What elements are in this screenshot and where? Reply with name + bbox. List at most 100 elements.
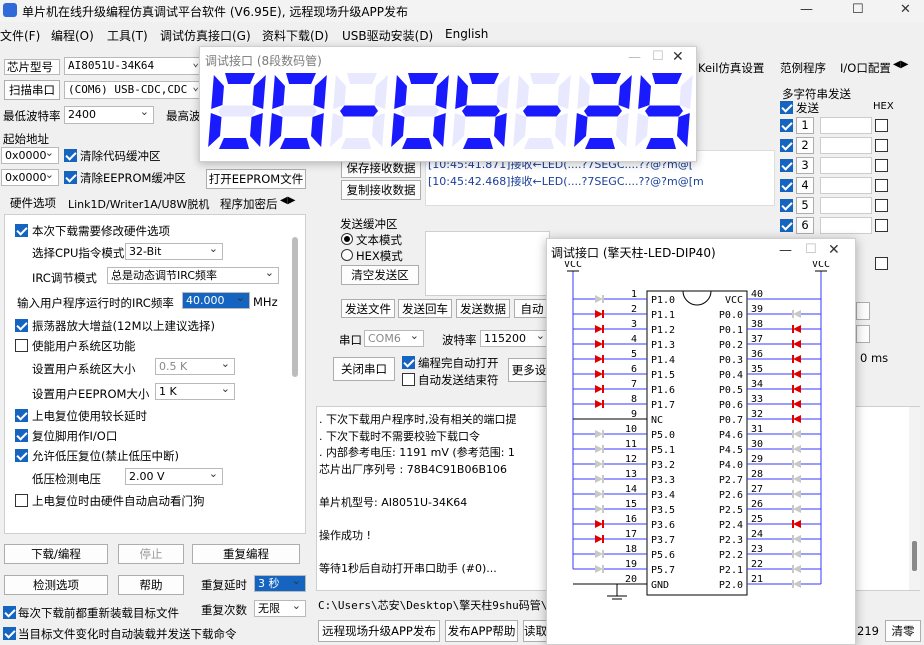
osc-gain-checkbox[interactable]: [15, 319, 28, 332]
minimize-icon[interactable]: —: [628, 50, 641, 65]
tab-encrypt[interactable]: 程序加密后: [220, 196, 278, 212]
multi-row-input[interactable]: [820, 217, 872, 234]
stop-button[interactable]: 停止: [118, 544, 184, 564]
options-scrollbar[interactable]: [292, 237, 298, 377]
eeprom-size-select[interactable]: 1 K: [155, 383, 235, 400]
multi-row-input[interactable]: [820, 197, 872, 214]
menu-item[interactable]: 调试仿真接口(G): [160, 27, 251, 44]
multi-row-hex-checkbox[interactable]: [875, 219, 888, 232]
close-port-button[interactable]: 关闭串口: [333, 357, 395, 381]
repeat-delay-select[interactable]: 3 秒: [254, 575, 306, 592]
auto-open-checkbox[interactable]: [402, 356, 415, 369]
seven-seg-window[interactable]: 调试接口 (8段数码管) — ☐ ✕ 00-05-25: [199, 46, 697, 162]
minimize-icon[interactable]: —: [800, 2, 813, 17]
close-icon[interactable]: ✕: [900, 2, 911, 17]
auto-send-checkbox[interactable]: [3, 627, 16, 640]
min-baud-select[interactable]: 2400: [64, 106, 154, 124]
auto-send-button[interactable]: 自动: [514, 299, 550, 318]
hex-mode-radio[interactable]: [341, 249, 353, 261]
send-file-button[interactable]: 发送文件: [341, 299, 395, 318]
dip40-window[interactable]: 调试接口 (擎天柱-LED-DIP40) — ☐ ✕ VCC VCC 1 P1.0 40…: [546, 238, 856, 645]
output-scrollbar[interactable]: [909, 407, 920, 590]
repeat-count-select[interactable]: 无限: [254, 600, 306, 617]
user-sys-checkbox[interactable]: [15, 339, 28, 352]
scan-port-button[interactable]: 扫描串口: [4, 80, 60, 100]
modify-options-checkbox[interactable]: [15, 224, 28, 237]
watchdog-checkbox[interactable]: [15, 494, 28, 507]
menu-item[interactable]: USB驱动安装(D): [342, 27, 433, 44]
long-delay-checkbox[interactable]: [15, 409, 28, 422]
remote-upgrade-button[interactable]: 远程现场升级APP发布: [318, 620, 440, 642]
send-data-button[interactable]: 发送数据: [456, 299, 510, 318]
maximize-icon[interactable]: ☐: [805, 242, 817, 257]
port-select[interactable]: (COM6) USB-CDC,CDC: [64, 81, 204, 99]
cpu-mode-select[interactable]: 32-Bit: [125, 243, 223, 260]
tab-scroll-icon[interactable]: ◀▶: [893, 59, 908, 70]
multi-row-checkbox[interactable]: [780, 119, 793, 132]
clear-code-checkbox[interactable]: [64, 149, 77, 162]
read-button[interactable]: 读取: [523, 620, 548, 642]
clear-count-button[interactable]: 清零: [885, 620, 921, 642]
multi-row-input[interactable]: [820, 177, 872, 194]
tab-keil[interactable]: Keil仿真设置: [698, 60, 764, 76]
multi-row-input[interactable]: [820, 117, 872, 134]
multi-row-hex-checkbox[interactable]: [875, 179, 888, 192]
lvd-select[interactable]: 2.00 V: [125, 468, 223, 485]
chip-type-select[interactable]: AI8051U-34K64: [64, 57, 204, 75]
multi-row-send-button[interactable]: 6: [796, 217, 814, 234]
tab-hardware[interactable]: 硬件选项: [10, 195, 56, 211]
maximize-icon[interactable]: ☐: [652, 49, 664, 64]
multi-row-hex-checkbox[interactable]: [875, 159, 888, 172]
close-icon[interactable]: ✕: [672, 49, 684, 65]
multi-row-send-button[interactable]: 5: [796, 197, 814, 214]
irc-mode-select[interactable]: 总是动态调节IRC频率: [107, 267, 279, 284]
tab-offline[interactable]: Link1D/Writer1A/U8W脱机: [68, 196, 209, 212]
multi-row-send-button[interactable]: 2: [796, 137, 814, 154]
code-start-addr[interactable]: 0x0000: [1, 147, 59, 164]
multi-row-hex-checkbox[interactable]: [875, 139, 888, 152]
reprogram-button[interactable]: 重复编程: [192, 544, 300, 564]
help-button[interactable]: 帮助: [118, 575, 184, 595]
lvr-checkbox[interactable]: [15, 449, 28, 462]
close-icon[interactable]: ✕: [828, 242, 840, 258]
menu-item[interactable]: English: [445, 27, 488, 41]
download-button[interactable]: 下载/编程: [4, 544, 108, 564]
reset-io-checkbox[interactable]: [15, 429, 28, 442]
tab-scroll-icon[interactable]: ◀▶: [280, 195, 295, 206]
send-textarea[interactable]: [425, 231, 550, 296]
menu-item[interactable]: 文件(F): [0, 27, 40, 44]
clear-eeprom-checkbox[interactable]: [64, 171, 77, 184]
multi-side-button[interactable]: [856, 325, 870, 343]
multi-row-send-button[interactable]: 3: [796, 157, 814, 174]
multi-send-all-checkbox[interactable]: [780, 101, 793, 114]
output-scroll-thumb[interactable]: [912, 541, 917, 571]
menu-item[interactable]: 编程(O): [51, 27, 94, 44]
serial-port-select[interactable]: COM6: [364, 330, 424, 347]
tab-io-config[interactable]: I/O口配置: [840, 60, 890, 76]
auto-recv-checkbox[interactable]: [402, 373, 415, 386]
clear-send-button[interactable]: 清空发送区: [341, 265, 419, 285]
copy-recv-button[interactable]: 复制接收数据: [341, 180, 421, 200]
menu-item[interactable]: 工具(T): [107, 27, 148, 44]
multi-row-checkbox[interactable]: [780, 179, 793, 192]
tab-samples[interactable]: 范例程序: [780, 60, 826, 76]
multi-row-checkbox[interactable]: [780, 219, 793, 232]
multi-row-send-button[interactable]: 4: [796, 177, 814, 194]
multi-side-button[interactable]: [856, 302, 870, 320]
maximize-icon[interactable]: ☐: [852, 2, 864, 17]
send-cr-button[interactable]: 发送回车: [398, 299, 452, 318]
eeprom-start-addr[interactable]: 0x0000: [1, 169, 59, 186]
multi-row-checkbox[interactable]: [780, 199, 793, 212]
reload-checkbox[interactable]: [3, 606, 16, 619]
irc-freq-input[interactable]: 40.000: [182, 292, 250, 309]
multi-row-input[interactable]: [820, 157, 872, 174]
multi-row-checkbox[interactable]: [780, 159, 793, 172]
menu-item[interactable]: 资料下载(D): [262, 27, 329, 44]
text-mode-radio[interactable]: [341, 233, 353, 245]
multi-hex-checkbox[interactable]: [875, 257, 888, 270]
minimize-icon[interactable]: —: [779, 243, 792, 258]
multi-row-hex-checkbox[interactable]: [875, 119, 888, 132]
multi-row-send-button[interactable]: 1: [796, 117, 814, 134]
multi-row-checkbox[interactable]: [780, 139, 793, 152]
multi-row-hex-checkbox[interactable]: [875, 199, 888, 212]
